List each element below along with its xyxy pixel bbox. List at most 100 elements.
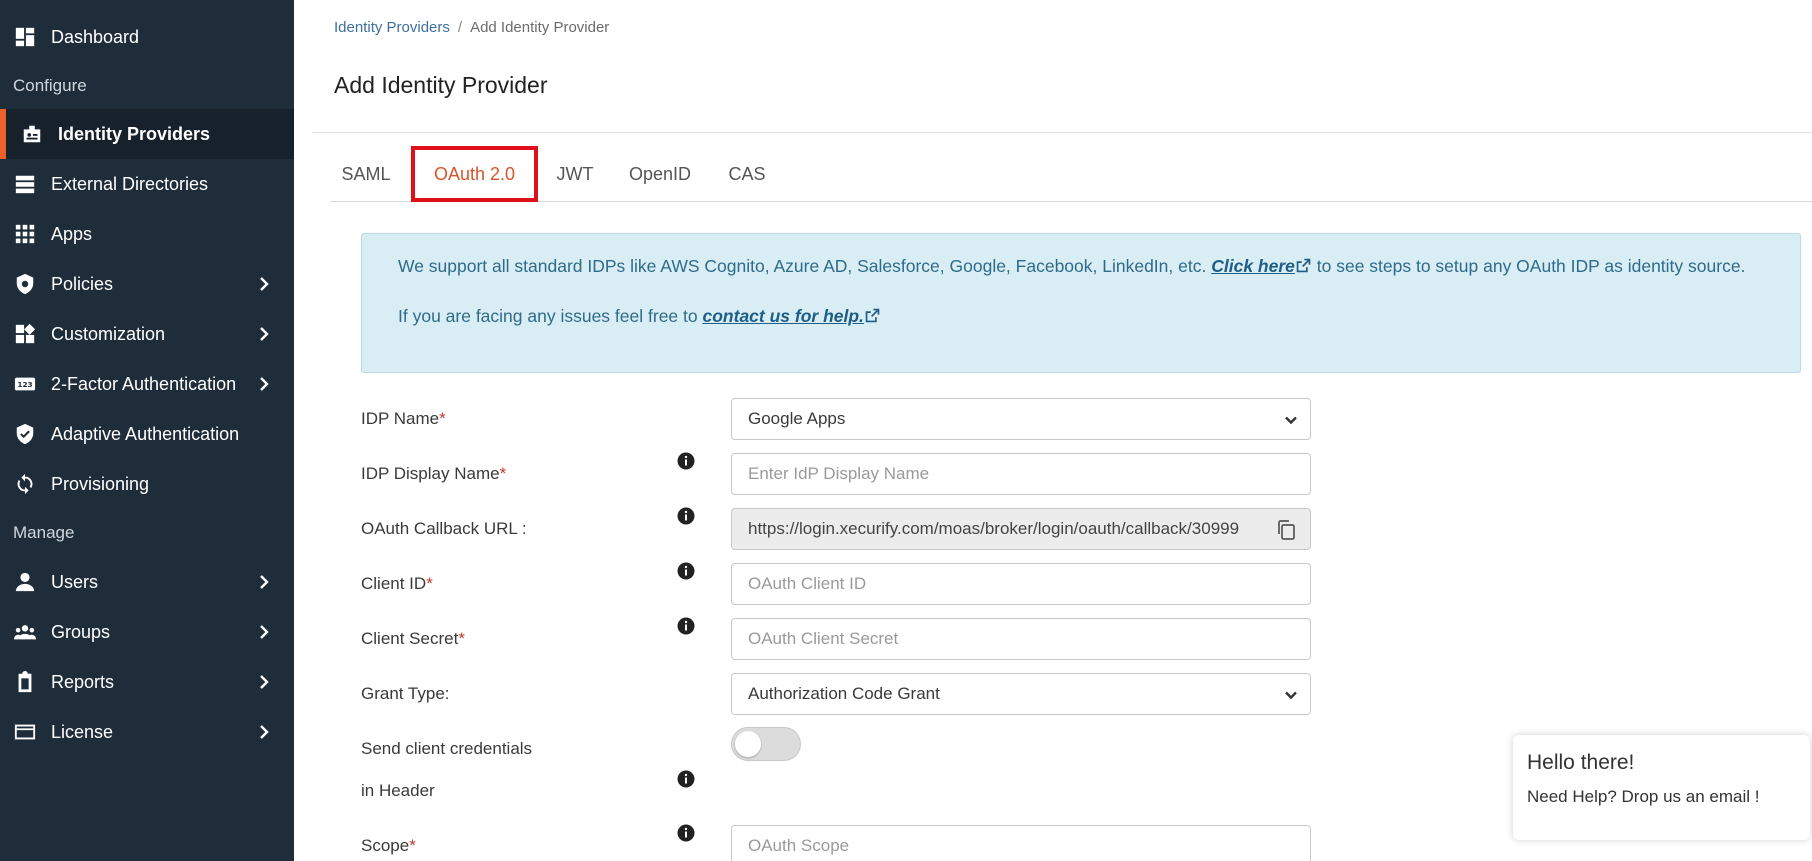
scope-input[interactable]: OAuth Scope bbox=[731, 825, 1311, 861]
help-chat-widget[interactable]: Hello there! Need Help? Drop us an email… bbox=[1513, 735, 1810, 840]
header-divider bbox=[312, 132, 1812, 133]
sidebar-item-license[interactable]: License bbox=[0, 712, 294, 752]
sidebar-item-label: Customization bbox=[51, 323, 166, 344]
tab-jwt[interactable]: JWT bbox=[544, 146, 606, 202]
sidebar-item-label: External Directories bbox=[51, 173, 209, 194]
callback-url-label: OAuth Callback URL : bbox=[361, 519, 527, 538]
sidebar-item-reports[interactable]: Reports bbox=[0, 662, 294, 702]
clipboard-icon bbox=[13, 670, 37, 694]
widgets-icon bbox=[13, 322, 37, 346]
breadcrumb-link-identity-providers[interactable]: Identity Providers bbox=[334, 19, 450, 36]
grant-type-select[interactable]: Authorization Code Grant bbox=[731, 673, 1311, 715]
sidebar-item-label: Adaptive Authentication bbox=[51, 423, 240, 444]
shield-gear-icon bbox=[13, 272, 37, 296]
toggle-knob bbox=[735, 731, 761, 757]
sidebar-item-customization[interactable]: Customization bbox=[0, 314, 294, 354]
chevron-down-icon bbox=[1284, 687, 1298, 701]
sidebar-item-label: License bbox=[51, 721, 114, 742]
chevron-right-icon bbox=[254, 324, 274, 344]
sidebar-item-external-directories[interactable]: External Directories bbox=[0, 164, 294, 204]
breadcrumb-current: Add Identity Provider bbox=[470, 19, 610, 36]
chevron-right-icon bbox=[254, 572, 274, 592]
sidebar-item-adaptive-authentication[interactable]: Adaptive Authentication bbox=[0, 414, 294, 454]
info-icon[interactable] bbox=[677, 770, 695, 788]
sidebar-item-dashboard[interactable]: Dashboard bbox=[0, 17, 294, 57]
client-secret-label: Client Secret* bbox=[361, 629, 465, 648]
sidebar-item-2fa[interactable]: 123 2-Factor Authentication bbox=[0, 364, 294, 404]
external-link-icon bbox=[864, 306, 881, 326]
sidebar-item-identity-providers[interactable]: Identity Providers bbox=[0, 109, 294, 159]
client-id-input[interactable]: OAuth Client ID bbox=[731, 563, 1311, 605]
sidebar-item-label: Policies bbox=[51, 273, 114, 294]
protocol-tabs: SAML OAuth 2.0 JWT OpenID CAS bbox=[330, 146, 1812, 202]
send-credentials-label-line2: in Header bbox=[361, 781, 435, 800]
breadcrumb-separator: / bbox=[457, 19, 463, 36]
sidebar-item-apps[interactable]: Apps bbox=[0, 214, 294, 254]
info-icon[interactable] bbox=[677, 824, 695, 842]
info-alert: We support all standard IDPs like AWS Co… bbox=[361, 233, 1801, 373]
idp-name-label: IDP Name* bbox=[361, 409, 446, 428]
tab-cas[interactable]: CAS bbox=[714, 146, 780, 202]
idp-name-select[interactable]: Google Apps bbox=[731, 398, 1311, 440]
main-content: Identity Providers / Add Identity Provider… bbox=[294, 0, 1812, 861]
info-icon[interactable] bbox=[677, 507, 695, 525]
tab-oauth2[interactable]: OAuth 2.0 bbox=[411, 146, 538, 202]
sidebar-item-label: Apps bbox=[51, 223, 93, 244]
info-icon[interactable] bbox=[677, 452, 695, 470]
client-id-label: Client ID* bbox=[361, 574, 433, 593]
info-text: We support all standard IDPs like AWS Co… bbox=[398, 256, 1207, 276]
info-icon[interactable] bbox=[677, 562, 695, 580]
sidebar-item-label: 2-Factor Authentication bbox=[51, 373, 237, 394]
grid-icon bbox=[13, 222, 37, 246]
id-badge-icon bbox=[20, 122, 44, 146]
sidebar: Dashboard Configure Identity Providers E… bbox=[0, 0, 294, 861]
info-line-2: If you are facing any issues feel free t… bbox=[398, 304, 1764, 329]
idp-display-name-input[interactable]: Enter IdP Display Name bbox=[731, 453, 1311, 495]
callback-url-field[interactable]: https://login.xecurify.com/moas/broker/l… bbox=[731, 508, 1311, 550]
click-here-link[interactable]: Click here bbox=[1211, 256, 1295, 276]
contact-us-link[interactable]: contact us for help. bbox=[703, 306, 864, 326]
tab-openid[interactable]: OpenID bbox=[615, 146, 705, 202]
sidebar-item-label: Provisioning bbox=[51, 473, 150, 494]
user-icon bbox=[13, 570, 37, 594]
chevron-right-icon bbox=[254, 622, 274, 642]
group-icon bbox=[13, 620, 37, 644]
info-line-1: We support all standard IDPs like AWS Co… bbox=[398, 254, 1764, 279]
scope-label: Scope* bbox=[361, 836, 416, 855]
external-link-icon bbox=[1295, 256, 1312, 276]
123-icon: 123 bbox=[13, 372, 37, 396]
section-label-configure: Configure bbox=[13, 76, 87, 95]
client-secret-input[interactable]: OAuth Client Secret bbox=[731, 618, 1311, 660]
chevron-right-icon bbox=[254, 722, 274, 742]
chevron-right-icon bbox=[254, 672, 274, 692]
sidebar-item-label: Identity Providers bbox=[58, 123, 211, 144]
send-credentials-label-line1: Send client credentials bbox=[361, 739, 533, 758]
card-icon bbox=[13, 720, 37, 744]
copy-icon[interactable] bbox=[1274, 518, 1298, 542]
info-icon[interactable] bbox=[677, 617, 695, 635]
send-credentials-toggle[interactable] bbox=[731, 727, 801, 761]
chevron-down-icon bbox=[1284, 412, 1298, 426]
info-text: If you are facing any issues feel free t… bbox=[398, 306, 698, 326]
sidebar-item-label: Groups bbox=[51, 621, 111, 642]
sidebar-item-users[interactable]: Users bbox=[0, 562, 294, 602]
grant-type-label: Grant Type: bbox=[361, 684, 450, 703]
sidebar-item-provisioning[interactable]: Provisioning bbox=[0, 464, 294, 504]
database-icon bbox=[13, 172, 37, 196]
shield-check-icon bbox=[13, 422, 37, 446]
chevron-right-icon bbox=[254, 274, 274, 294]
page-title: Add Identity Provider bbox=[334, 72, 548, 98]
sidebar-item-label: Users bbox=[51, 571, 99, 592]
tab-saml[interactable]: SAML bbox=[330, 146, 402, 202]
sidebar-item-policies[interactable]: Policies bbox=[0, 264, 294, 304]
section-label-manage: Manage bbox=[13, 523, 75, 542]
svg-text:123: 123 bbox=[17, 380, 32, 389]
sidebar-item-label: Reports bbox=[51, 671, 115, 692]
breadcrumb: Identity Providers / Add Identity Provider bbox=[334, 19, 609, 36]
idp-display-name-label: IDP Display Name* bbox=[361, 464, 507, 483]
info-text: to see steps to setup any OAuth IDP as i… bbox=[1316, 256, 1746, 276]
sidebar-item-label: Dashboard bbox=[51, 26, 140, 47]
help-widget-title: Hello there! bbox=[1527, 751, 1635, 774]
dashboard-icon bbox=[13, 25, 37, 49]
sidebar-item-groups[interactable]: Groups bbox=[0, 612, 294, 652]
